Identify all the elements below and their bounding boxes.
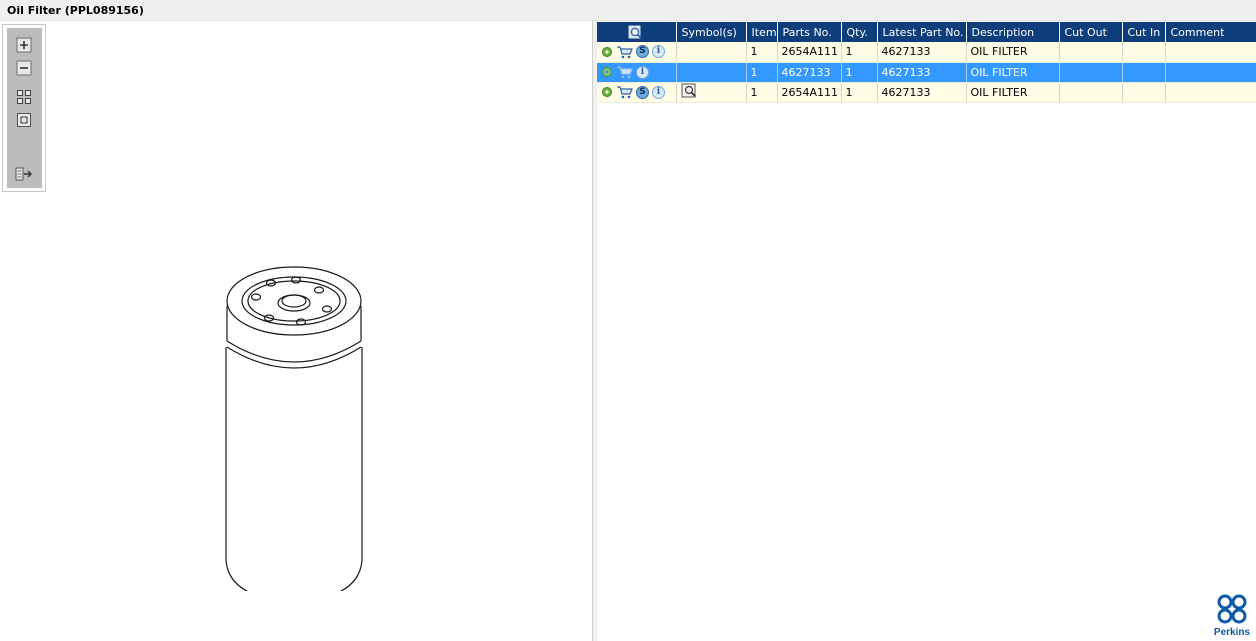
perkins-logo-icon — [1217, 594, 1247, 624]
row-cut-in-cell — [1122, 42, 1166, 63]
column-header-cut-out[interactable]: Cut Out — [1059, 22, 1123, 42]
row-actions-cell: i — [597, 62, 677, 83]
oil-filter-illustration — [225, 266, 363, 591]
column-header-symbols[interactable]: Symbol(s) — [676, 22, 747, 42]
add-to-cart-button-disabled[interactable] — [616, 65, 633, 79]
column-header-latest-part-no[interactable]: Latest Part No. — [877, 22, 967, 42]
viewer-toolbar — [2, 24, 46, 192]
row-qty-cell: 1 — [841, 42, 878, 63]
row-actions-cell: S i — [597, 82, 677, 103]
row-latest-part-no-cell: 4627133 — [877, 42, 967, 63]
column-header-cut-in[interactable]: Cut In — [1122, 22, 1166, 42]
row-symbols-cell — [676, 82, 747, 103]
zoom-out-button[interactable] — [14, 59, 34, 77]
info-icon[interactable]: i — [652, 45, 665, 59]
row-qty-cell: 1 — [841, 82, 878, 103]
add-to-cart-button[interactable] — [616, 45, 633, 59]
row-cut-in-cell — [1122, 62, 1166, 83]
perkins-logo-text: Perkins — [1213, 627, 1251, 638]
row-cut-in-cell — [1122, 82, 1166, 103]
table-row[interactable]: S i 1 2654A111 1 4627133 OIL FILTER — [597, 42, 1256, 63]
row-actions-cell: S i — [597, 42, 677, 63]
viewer-toolbar-body — [7, 28, 42, 188]
zoom-in-icon — [16, 37, 32, 53]
row-comment-cell — [1165, 42, 1256, 63]
row-latest-part-no-cell: 4627133 — [877, 62, 967, 83]
column-header-description[interactable]: Description — [966, 22, 1060, 42]
table-row[interactable]: S i 1 2654A111 1 4627133 OIL FILTER — [597, 82, 1256, 103]
export-button[interactable] — [14, 165, 34, 183]
service-gear-button[interactable] — [601, 86, 613, 98]
row-cut-out-cell — [1059, 42, 1123, 63]
row-item-cell: 1 — [746, 82, 778, 103]
actual-size-button[interactable] — [14, 111, 34, 129]
row-symbols-cell — [676, 62, 747, 83]
fit-window-button[interactable] — [14, 88, 34, 106]
gear-icon — [602, 87, 612, 97]
window-title: Oil Filter (PPL089156) — [7, 4, 144, 17]
row-item-cell: 1 — [746, 62, 778, 83]
service-gear-button[interactable] — [601, 46, 613, 58]
row-comment-cell — [1165, 62, 1256, 83]
row-parts-no-cell: 2654A111 — [777, 82, 842, 103]
table-row-selected[interactable]: i 1 4627133 1 4627133 OIL FILTER — [597, 62, 1256, 83]
shopping-cart-icon — [617, 86, 633, 99]
column-header-comment[interactable]: Comment — [1165, 22, 1256, 42]
shopping-cart-icon — [617, 46, 633, 59]
row-symbols-cell — [676, 42, 747, 63]
s-badge-icon[interactable]: S — [636, 85, 649, 99]
s-badge-icon[interactable]: S — [636, 45, 649, 59]
row-description-cell: OIL FILTER — [966, 82, 1060, 103]
gear-icon — [602, 67, 612, 77]
zoom-in-button[interactable] — [14, 36, 34, 54]
column-header-item[interactable]: Item — [746, 22, 778, 42]
magnifier-document-icon — [628, 25, 643, 39]
column-header-actions[interactable] — [597, 22, 677, 42]
row-qty-cell: 1 — [841, 62, 878, 83]
drawing-pane[interactable] — [0, 21, 593, 641]
table-header-row: Symbol(s) Item Parts No. Qty. Latest Par… — [597, 22, 1256, 42]
zoom-out-icon — [16, 60, 32, 76]
service-gear-button[interactable] — [601, 66, 613, 78]
row-latest-part-no-cell: 4627133 — [877, 82, 967, 103]
info-icon[interactable]: i — [652, 85, 665, 99]
shopping-cart-icon — [617, 66, 633, 79]
row-item-cell: 1 — [746, 42, 778, 63]
symbol-reference-button[interactable] — [681, 83, 699, 98]
parts-list-pane: Symbol(s) Item Parts No. Qty. Latest Par… — [597, 21, 1256, 641]
export-icon — [15, 167, 32, 181]
add-to-cart-button[interactable] — [616, 85, 633, 99]
window-titlebar: Oil Filter (PPL089156) — [0, 0, 1256, 21]
parts-table: Symbol(s) Item Parts No. Qty. Latest Par… — [597, 22, 1256, 103]
row-parts-no-cell: 4627133 — [777, 62, 842, 83]
row-description-cell: OIL FILTER — [966, 62, 1060, 83]
gear-icon — [602, 46, 612, 57]
perkins-logo: Perkins — [1212, 594, 1252, 638]
column-header-qty[interactable]: Qty. — [841, 22, 878, 42]
info-icon[interactable]: i — [636, 65, 649, 79]
row-comment-cell — [1165, 82, 1256, 103]
row-parts-no-cell: 2654A111 — [777, 42, 842, 63]
actual-size-icon — [17, 113, 31, 127]
column-header-parts-no[interactable]: Parts No. — [777, 22, 842, 42]
row-cut-out-cell — [1059, 62, 1123, 83]
row-cut-out-cell — [1059, 82, 1123, 103]
fit-grid-icon — [17, 90, 31, 104]
row-description-cell: OIL FILTER — [966, 42, 1060, 63]
magnifier-document-icon — [681, 83, 696, 98]
